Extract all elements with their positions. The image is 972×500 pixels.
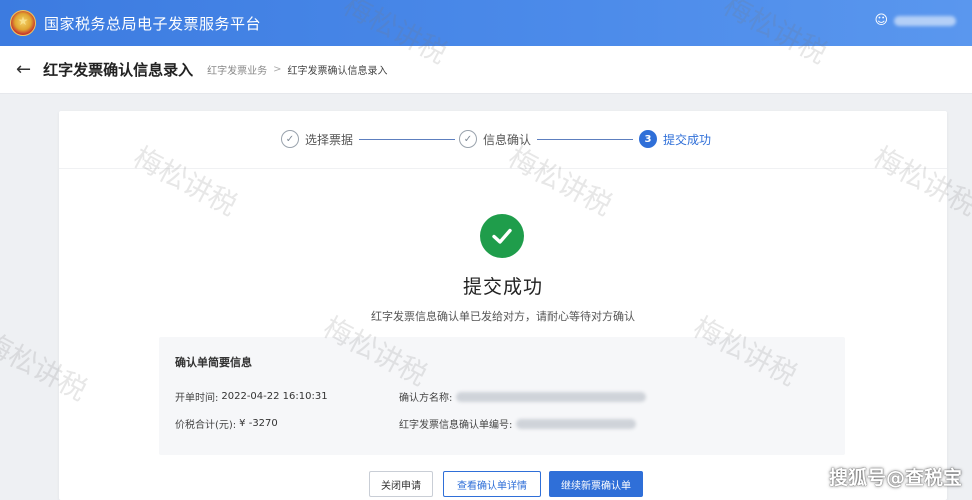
confirm-party-redacted — [456, 391, 647, 402]
result-card: ✓ 选择票据 ✓ 信息确认 3 提交成功 提交成功 红字发票信息确认单已发给对方… — [59, 111, 947, 500]
breadcrumb-bar: ← 红字发票确认信息录入 红字发票业务 > 红字发票确认信息录入 — [0, 46, 972, 94]
site-title: 国家税务总局电子发票服务平台 — [44, 14, 262, 33]
arrow-left-icon[interactable]: ← — [16, 59, 31, 80]
check-circle-icon: ✓ — [281, 130, 299, 148]
confirm-no-field: 红字发票信息确认单编号: — [399, 416, 637, 431]
step-label: 信息确认 — [483, 132, 532, 147]
view-details-button[interactable]: 查看确认单详情 — [443, 471, 541, 497]
page-title: 红字发票确认信息录入 — [43, 61, 194, 79]
tax-emblem-logo — [10, 10, 36, 36]
brand-watermark: 搜狐号@查税宝 — [828, 467, 962, 489]
step-number-icon: 3 — [639, 130, 657, 148]
breadcrumb-parent[interactable]: 红字发票业务 — [207, 62, 267, 77]
total-field: 价税合计(元): ¥ -3270 — [175, 416, 278, 431]
summary-title: 确认单简要信息 — [175, 356, 252, 369]
user-menu[interactable]: ☺ — [874, 13, 956, 28]
step-indicator: ✓ 选择票据 ✓ 信息确认 3 提交成功 — [59, 111, 947, 169]
top-header: 国家税务总局电子发票服务平台 ☺ — [0, 0, 972, 46]
step-connector — [359, 139, 455, 140]
total-value: ¥ -3270 — [239, 418, 278, 429]
success-check-icon — [480, 214, 524, 258]
step-select-invoice: ✓ 选择票据 — [281, 130, 353, 148]
step-connector — [537, 139, 633, 140]
open-time-field: 开单时间: 2022-04-22 16:10:31 — [175, 389, 328, 404]
step-label: 选择票据 — [305, 132, 354, 147]
breadcrumb-separator: > — [273, 64, 282, 75]
success-title: 提交成功 — [462, 276, 543, 298]
step-confirm-info: ✓ 信息确认 — [459, 130, 531, 148]
success-description: 红字发票信息确认单已发给对方，请耐心等待对方确认 — [371, 310, 635, 323]
total-label: 价税合计(元): — [175, 420, 237, 431]
confirm-no-label: 红字发票信息确认单编号: — [399, 420, 513, 431]
open-time-value: 2022-04-22 16:10:31 — [221, 391, 328, 402]
continue-new-button[interactable]: 继续新票确认单 — [549, 471, 643, 497]
close-application-button[interactable]: 关闭申请 — [369, 471, 433, 497]
confirm-no-redacted — [516, 418, 637, 429]
check-circle-icon: ✓ — [459, 130, 477, 148]
confirm-party-field: 确认方名称: — [399, 389, 647, 404]
confirm-party-label: 确认方名称: — [399, 393, 453, 404]
user-name-redacted — [894, 15, 956, 26]
open-time-label: 开单时间: — [175, 393, 219, 404]
breadcrumb-current: 红字发票确认信息录入 — [287, 66, 388, 77]
step-submit-success: 3 提交成功 — [639, 130, 711, 148]
user-icon: ☺ — [874, 13, 888, 28]
summary-box: 确认单简要信息 开单时间: 2022-04-22 16:10:31 确认方名称:… — [159, 337, 845, 455]
step-label: 提交成功 — [663, 132, 712, 147]
